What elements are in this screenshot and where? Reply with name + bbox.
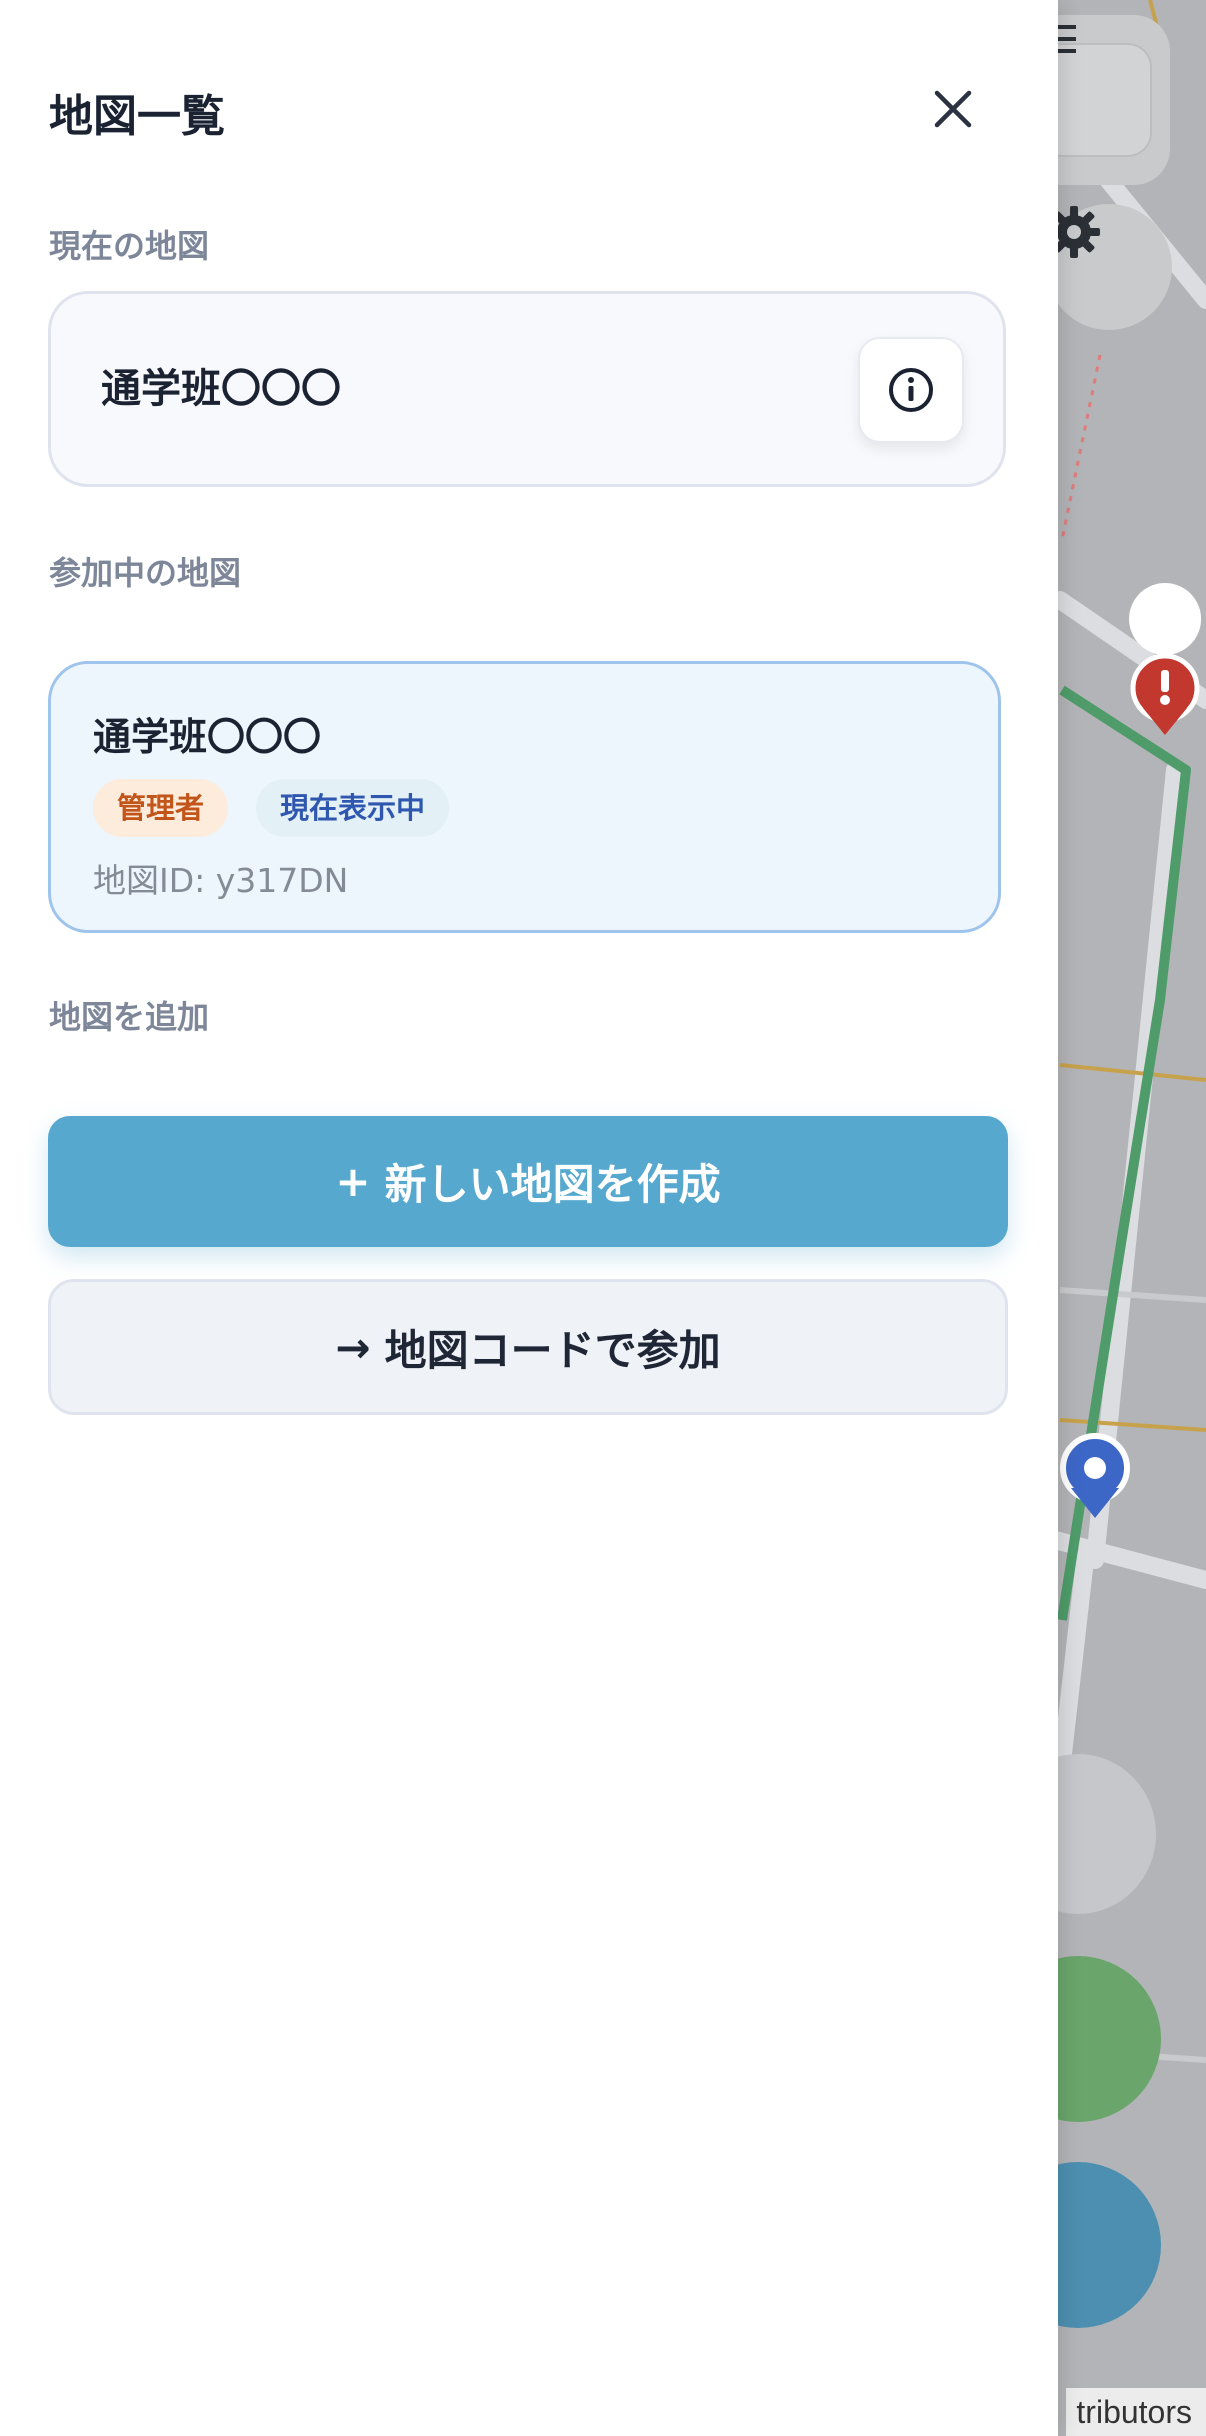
plus-icon: + xyxy=(335,1157,371,1206)
close-icon xyxy=(934,90,972,128)
join-by-code-label: 地図コードで参加 xyxy=(384,1325,721,1375)
info-icon xyxy=(889,368,933,412)
settings-button[interactable] xyxy=(1046,204,1172,330)
create-map-button[interactable]: + 新しい地図を作成 xyxy=(48,1116,1008,1247)
joined-map-name: 通学班〇〇〇 xyxy=(93,715,322,759)
map-id-text: 地図ID: y317DN xyxy=(93,861,349,900)
section-label-current: 現在の地図 xyxy=(49,227,210,265)
section-label-joined: 参加中の地図 xyxy=(49,554,242,592)
section-label-add: 地図を追加 xyxy=(49,998,210,1036)
current-map-card: 通学班〇〇〇 xyxy=(48,291,1006,487)
arrow-right-icon: → xyxy=(335,1322,371,1372)
joined-map-card[interactable]: 通学班〇〇〇 管理者 現在表示中 地図ID: y317DN xyxy=(48,661,1001,933)
map-attribution[interactable]: tributors xyxy=(1066,2388,1206,2436)
close-button[interactable] xyxy=(918,74,988,144)
current-map-name: 通学班〇〇〇 xyxy=(101,366,341,412)
map-info-button[interactable] xyxy=(858,337,964,443)
admin-badge: 管理者 xyxy=(93,779,229,837)
join-by-code-button[interactable]: → 地図コードで参加 xyxy=(48,1279,1008,1415)
current-view-badge: 現在表示中 xyxy=(256,779,450,837)
create-map-label: 新しい地図を作成 xyxy=(384,1160,721,1209)
drawer-title: 地図一覧 xyxy=(49,91,225,142)
map-list-drawer: 地図一覧 現在の地図 通学班〇〇〇 参加中の地図 通学班〇〇〇 管理者 現在表示… xyxy=(0,0,1058,2436)
